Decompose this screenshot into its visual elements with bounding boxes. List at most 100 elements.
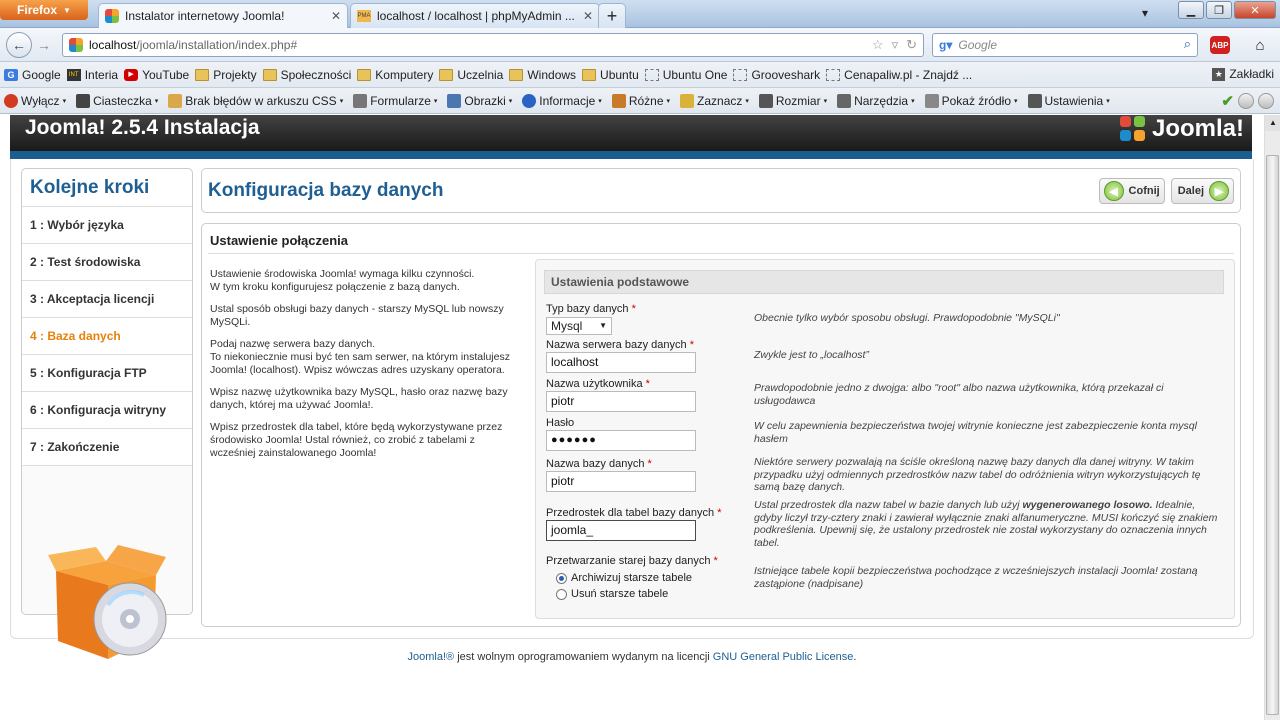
bookmark-item[interactable]: Grooveshark (733, 68, 820, 82)
prefix-input[interactable]: joomla_ (546, 520, 696, 541)
minimize-icon[interactable]: ▁ (1178, 1, 1204, 19)
user-label: Nazwa użytkownika * (546, 378, 650, 390)
devbar-menu-resize[interactable]: Rozmiar ▾ (758, 93, 827, 108)
settings-icon (1027, 93, 1042, 108)
reload-icon[interactable]: ↻ (906, 37, 917, 53)
help-text: Ustawienie środowiska Joomla! wymaga kil… (210, 268, 520, 469)
vertical-scrollbar[interactable]: ▲ (1264, 115, 1280, 720)
devbar-menu-highlight[interactable]: Zaznacz ▾ (680, 93, 749, 108)
devbar-label: Zaznacz (697, 93, 743, 108)
host-label: Nazwa serwera bazy danych * (546, 339, 694, 351)
abp-label: ABP (1211, 40, 1229, 50)
page-icon (826, 68, 841, 81)
radio-backup-tables[interactable]: Archiwizuj starsze tabele (556, 572, 692, 584)
step-item: 6 : Konfiguracja witryny (22, 392, 192, 429)
dbname-note: Niektóre serwery pozwalają na ściśle okr… (754, 456, 1201, 493)
home-icon[interactable]: ⌂ (1248, 33, 1272, 57)
bookmark-item[interactable]: Ubuntu (582, 68, 639, 82)
devbar-menu-image[interactable]: Obrazki ▾ (447, 93, 512, 108)
devbar-menu-form[interactable]: Formularze ▾ (353, 93, 437, 108)
bookmark-item[interactable]: Projekty (195, 68, 257, 82)
web-developer-toolbar: Wyłącz ▾ Ciasteczka ▾ Brak błędów w arkuszu … (0, 88, 1280, 114)
user-input[interactable]: piotr (546, 391, 696, 412)
list-all-tabs-icon[interactable]: ▾ (1142, 6, 1148, 20)
window-controls: ▁ ❐ ✕ (1178, 1, 1276, 19)
joomla-favicon-icon (69, 38, 83, 52)
tab-label: Instalator internetowy Joomla! (125, 9, 285, 23)
search-icon[interactable]: ⌕ (1184, 36, 1191, 52)
basic-settings-title: Ustawienia podstawowe (544, 270, 1224, 294)
bookmark-item[interactable]: Społeczności (262, 67, 352, 82)
devbar-menu-disable[interactable]: Wyłącz ▾ (4, 93, 66, 108)
search-bar[interactable]: g▾ Google ⌕ (932, 33, 1198, 57)
adblock-plus-icon[interactable]: ABP (1210, 36, 1230, 54)
password-note: W celu zapewnienia bezpieczeństwa twojej… (754, 420, 1197, 445)
dbname-input[interactable]: piotr (546, 471, 696, 492)
close-window-icon[interactable]: ✕ (1234, 1, 1276, 19)
forward-button[interactable]: → (33, 34, 55, 56)
star-bookmark-icon[interactable]: ☆ (872, 37, 884, 53)
new-tab-button[interactable]: + (598, 3, 626, 28)
bookmark-item[interactable]: ▶ YouTube (124, 68, 189, 82)
next-step-button[interactable]: Dalej ▶ (1170, 178, 1234, 204)
phpmyadmin-favicon-icon: PMA (357, 10, 371, 22)
radio-selected-icon (556, 572, 567, 584)
bookmark-label: Grooveshark (751, 67, 821, 82)
close-tab-icon[interactable]: ✕ (331, 9, 341, 23)
interia-icon: INT (66, 68, 81, 81)
bookmark-item[interactable]: Ubuntu One (644, 68, 727, 82)
info-icon (522, 93, 537, 108)
tab-joomla-installer[interactable]: Instalator internetowy Joomla! ✕ (98, 3, 348, 28)
scroll-thumb[interactable] (1266, 155, 1279, 715)
steps-sidebar: Kolejne kroki 1 : Wybór języka 2 : Test ś… (21, 168, 193, 659)
devbar-menu-misc[interactable]: Różne ▾ (611, 93, 670, 108)
db-type-note: Obecnie tylko wybór sposobu obsługi. Pra… (754, 312, 1060, 324)
joomla-footer-link[interactable]: Joomla!® (408, 651, 455, 663)
gpl-license-link[interactable]: GNU General Public License (713, 651, 854, 663)
host-input[interactable]: localhost (546, 352, 696, 373)
firefox-menu-button[interactable]: Firefox ▼ (0, 0, 88, 20)
bookmark-item[interactable]: G Google (4, 68, 61, 82)
devbar-menu-source[interactable]: Pokaż źródło ▾ (924, 93, 1018, 108)
back-step-button[interactable]: ◀ Cofnij (1098, 178, 1165, 204)
caret-down-icon: ▾ (911, 97, 915, 105)
browser-titlebar: Firefox ▼ Instalator internetowy Joomla!… (0, 0, 1280, 28)
main-header: Konfiguracja bazy danych ◀ Cofnij Dalej … (201, 168, 1241, 213)
scroll-up-icon[interactable]: ▲ (1265, 115, 1280, 131)
address-bar[interactable]: localhost/joomla/installation/index.php#… (62, 33, 924, 57)
bookmark-item[interactable]: Komputery (357, 68, 433, 82)
bookmark-item[interactable]: Windows (509, 68, 576, 82)
password-input[interactable]: ●●●●●● (546, 430, 696, 451)
db-type-select[interactable]: Mysql ▼ (546, 317, 612, 335)
bookmark-label: Społeczności (280, 67, 352, 82)
close-tab-icon[interactable]: ✕ (583, 9, 593, 23)
history-dropdown-icon[interactable]: ▿ (892, 37, 899, 53)
devbar-menu-pencil[interactable]: Brak błędów w arkuszu CSS ▾ (168, 93, 343, 108)
radio-remove-tables[interactable]: Usuń starsze tabele (556, 588, 668, 600)
tab-phpmyadmin[interactable]: PMA localhost / localhost | phpMyAdmin .… (350, 3, 600, 28)
step-item: 3 : Akceptacja licencji (22, 281, 192, 318)
bookmark-label: Windows (527, 67, 577, 82)
devbar-menu-info[interactable]: Informacje ▾ (522, 93, 602, 108)
devbar-menu-tools[interactable]: Narzędzia ▾ (837, 93, 915, 108)
devbar-label: Wyłącz (21, 93, 60, 108)
bookmarks-toolbar: G Google INT Interia ▶ YouTube Projekty Społecz… (0, 62, 1280, 88)
check-icon[interactable]: ✔ (1221, 92, 1234, 110)
devbar-menu-settings[interactable]: Ustawienia ▾ (1027, 93, 1110, 108)
old-db-note: Istniejące tabele kopii bezpieczeństwa p… (754, 565, 1198, 590)
page-content: Joomla! 2.5.4 Instalacja Joomla! Kolejne… (0, 115, 1264, 720)
bookmark-item[interactable]: Uczelnia (439, 68, 503, 82)
status-circle-icon[interactable] (1238, 93, 1254, 109)
devbar-label: Brak błędów w arkuszu CSS (185, 93, 337, 108)
devbar-menu-cookie[interactable]: Ciasteczka ▾ (76, 93, 158, 108)
folder-icon (509, 68, 524, 81)
url-host: localhost (89, 38, 137, 52)
back-button[interactable]: ← (6, 32, 32, 58)
bookmark-item[interactable]: Cenapaliw.pl - Znajdź ... (826, 68, 972, 82)
status-circle-icon[interactable] (1258, 93, 1274, 109)
bookmark-item[interactable]: INT Interia (66, 68, 118, 82)
source-icon (924, 93, 939, 108)
devbar-label: Obrazki (464, 93, 506, 108)
maximize-icon[interactable]: ❐ (1206, 1, 1232, 19)
bookmarks-menu-button[interactable]: ★ Zakładki (1212, 67, 1274, 81)
